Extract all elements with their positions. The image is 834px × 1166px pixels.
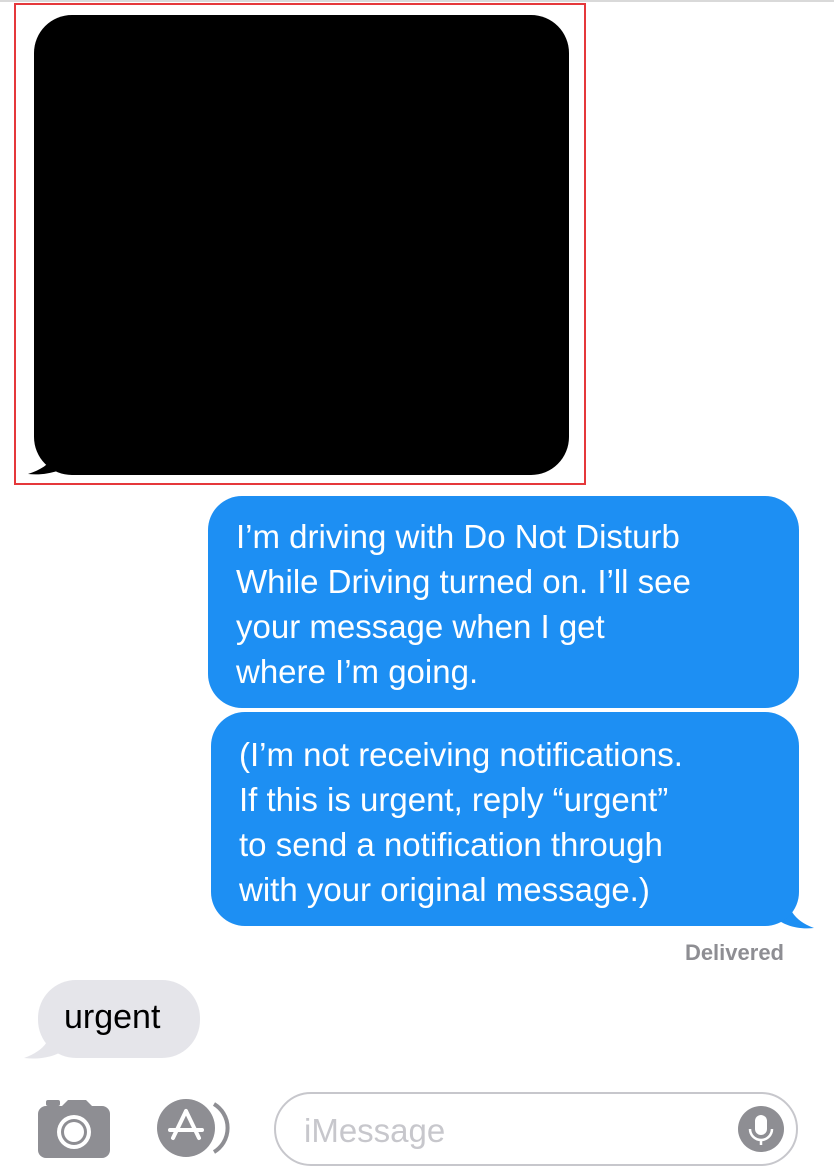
delivery-status: Delivered: [684, 940, 784, 965]
message-line: to send a notification through: [239, 826, 663, 863]
microphone-icon: [748, 1115, 774, 1145]
message-line: If this is urgent, reply “urgent”: [239, 781, 669, 818]
message-line: with your original message.): [239, 871, 650, 908]
camera-icon: [38, 1100, 110, 1158]
camera-button[interactable]: [38, 1100, 110, 1158]
top-divider: [0, 0, 834, 2]
microphone-button[interactable]: [738, 1106, 784, 1152]
message-line: While Driving turned on. I’ll see: [236, 563, 691, 600]
message-line: your message when I get: [236, 608, 605, 645]
sent-message-bubble[interactable]: I’m driving with Do Not Disturb While Dr…: [208, 496, 799, 708]
received-message-bubble[interactable]: urgent: [38, 980, 200, 1058]
sent-message-bubble[interactable]: (I’m not receiving notifications. If thi…: [211, 712, 799, 926]
message-line: I’m driving with Do Not Disturb: [236, 518, 680, 555]
message-input[interactable]: iMessage: [274, 1092, 798, 1166]
app-store-button[interactable]: [156, 1098, 238, 1158]
app-store-icon: [157, 1099, 230, 1157]
redacted-message-bubble[interactable]: [34, 15, 569, 475]
message-input-placeholder: iMessage: [304, 1112, 446, 1149]
message-line: (I’m not receiving notifications.: [239, 736, 683, 773]
message-line: where I’m going.: [236, 653, 479, 690]
